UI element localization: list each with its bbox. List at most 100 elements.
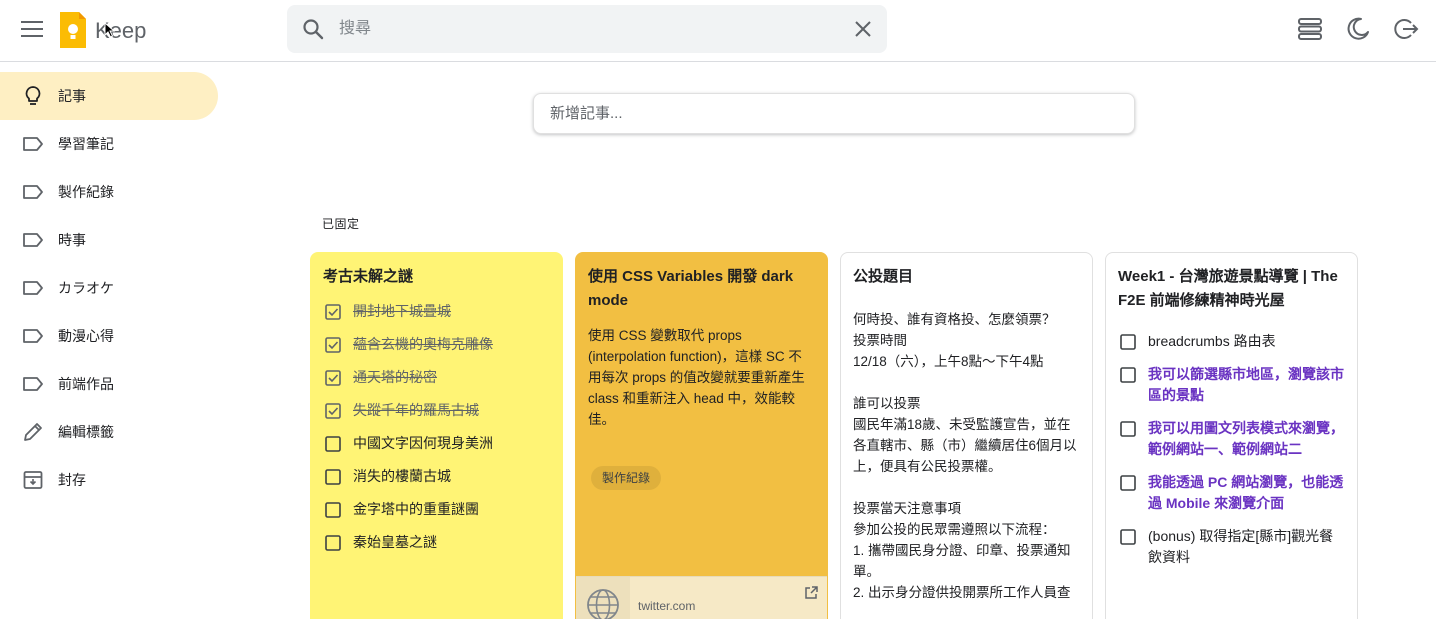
sidebar-item-study-notes[interactable]: 學習筆記 [0, 120, 218, 168]
unchecked-checkbox-icon[interactable] [325, 502, 341, 518]
lightbulb-icon [25, 86, 41, 105]
checklist-item[interactable]: 我可以篩選縣市地區，瀏覽該市區的景點 [1120, 364, 1345, 406]
checklist-item[interactable]: 消失的樓蘭古城 [325, 466, 550, 499]
note-line: 1. 攜帶國民身分證、印章、投票通知單。 [853, 543, 1071, 579]
pinned-section-label: 已固定 [322, 217, 360, 231]
note-card[interactable]: 考古未解之謎 開封地下城疊城 蘊含玄機的奧梅克雕像 通天塔的秘密 失蹤千年的羅馬… [310, 252, 563, 619]
checklist-item[interactable]: 我能透過 PC 網站瀏覽，也能透過 Mobile 來瀏覽介面 [1120, 472, 1345, 514]
sidebar-item-label: 動漫心得 [58, 328, 114, 344]
sidebar-item-label: 前端作品 [58, 376, 114, 392]
close-icon[interactable] [851, 17, 875, 41]
sidebar: 記事 學習筆記 製作紀錄 時事 カラオケ 動漫心得 前端作品 編輯標籤 封存 [0, 72, 230, 504]
sidebar-item-edit-labels[interactable]: 編輯標籤 [0, 408, 218, 456]
checked-checkbox-icon[interactable] [325, 370, 341, 386]
checklist-item-text: 蘊含玄機的奧梅克雕像 [353, 336, 493, 352]
main-menu-button[interactable] [18, 15, 46, 43]
note-label-chip[interactable]: 製作紀錄 [591, 466, 662, 490]
app-name[interactable]: Keep [95, 18, 146, 44]
checklist-item[interactable]: 我可以用圖文列表模式來瀏覽，範例網站一、範例網站二 [1120, 418, 1345, 460]
note-body: 使用 CSS 變數取代 props (interpolation functio… [588, 328, 805, 427]
unchecked-checkbox-icon[interactable] [1120, 475, 1136, 491]
checklist-item-text: 秦始皇墓之謎 [353, 534, 437, 550]
note-line: 投票時間 [853, 333, 907, 348]
checklist-item-text: 我可以篩選縣市地區，瀏覽該市區的景點 [1148, 366, 1344, 403]
open-in-new-icon[interactable] [803, 585, 819, 601]
checklist-item-text: 開封地下城疊城 [353, 303, 451, 319]
dark-mode-moon-icon[interactable] [1345, 16, 1371, 42]
checklist-item[interactable]: 金字塔中的重重謎團 [325, 499, 550, 532]
checklist-item-text: 通天塔的秘密 [353, 369, 437, 385]
label-icon [23, 329, 43, 343]
note-line: 2. 出示身分證供投開票所工作人員查 [853, 585, 1071, 600]
sidebar-item-notes[interactable]: 記事 [0, 72, 218, 120]
note-line: 何時投、誰有資格投、怎麼領票？ [853, 312, 1056, 327]
checklist: 開封地下城疊城 蘊含玄機的奧梅克雕像 通天塔的秘密 失蹤千年的羅馬古城 中國文字… [311, 289, 562, 565]
sidebar-item-label: 製作紀錄 [58, 184, 114, 200]
search-input[interactable] [339, 15, 819, 43]
archive-icon [23, 471, 43, 489]
checked-checkbox-icon[interactable] [325, 337, 341, 353]
unchecked-checkbox-icon[interactable] [325, 469, 341, 485]
note-line: 12/18（六），上午8點～下午4點 [853, 354, 1044, 369]
menu-bar-line [21, 21, 43, 23]
note-card[interactable]: 公投題目 何時投、誰有資格投、怎麼領票？ 投票時間 12/18（六），上午8點～… [840, 252, 1093, 619]
checklist-item-text: 失蹤千年的羅馬古城 [353, 402, 479, 418]
sidebar-item-label: 記事 [58, 88, 86, 104]
search-bar [287, 5, 887, 53]
checklist-item-text: 我能透過 PC 網站瀏覽，也能透過 Mobile 來瀏覽介面 [1148, 474, 1344, 511]
sidebar-item-current-events[interactable]: 時事 [0, 216, 218, 264]
label-icon [23, 281, 43, 295]
link-domain: twitter.com [638, 599, 696, 613]
unchecked-checkbox-icon[interactable] [1120, 367, 1136, 383]
note-line: 投票當天注意事項 [853, 501, 961, 516]
note-title: Week1 - 台灣旅遊景點導覽 | The F2E 前端修練精神時光屋 [1118, 268, 1338, 309]
new-note-input[interactable] [534, 94, 1134, 133]
unchecked-checkbox-icon[interactable] [325, 436, 341, 452]
sidebar-item-production-log[interactable]: 製作紀錄 [0, 168, 218, 216]
checklist-item[interactable]: 開封地下城疊城 [325, 301, 550, 334]
sidebar-item-frontend-works[interactable]: 前端作品 [0, 360, 218, 408]
checklist-item[interactable]: 秦始皇墓之謎 [325, 532, 550, 565]
checklist-item[interactable]: (bonus) 取得指定[縣市]觀光餐飲資料 [1120, 526, 1345, 568]
checked-checkbox-icon[interactable] [325, 304, 341, 320]
globe-icon [587, 589, 619, 619]
sidebar-item-anime-reviews[interactable]: 動漫心得 [0, 312, 218, 360]
sidebar-item-karaoke[interactable]: カラオケ [0, 264, 218, 312]
note-title: 公投題目 [853, 268, 914, 285]
unchecked-checkbox-icon[interactable] [1120, 334, 1136, 350]
note-blank-line [853, 477, 1080, 498]
checklist-item[interactable]: breadcrumbs 路由表 [1120, 331, 1345, 364]
checklist-item[interactable]: 中國文字因何現身美洲 [325, 433, 550, 466]
menu-bar-line [21, 28, 43, 30]
note-card[interactable]: 使用 CSS Variables 開發 dark mode 使用 CSS 變數取… [575, 252, 828, 619]
list-view-icon[interactable] [1297, 16, 1323, 42]
note-line: 參加公投的民眾需遵照以下流程： [853, 522, 1056, 537]
unchecked-checkbox-icon[interactable] [1120, 529, 1136, 545]
keep-logo-icon[interactable] [58, 10, 88, 50]
label-icon [23, 185, 43, 199]
sidebar-item-label: 編輯標籤 [58, 424, 114, 440]
link-preview[interactable]: twitter.com [576, 576, 827, 619]
note-title: 考古未解之謎 [323, 268, 414, 285]
note-blank-line [853, 372, 1080, 393]
note-line: 誰可以投票 [853, 396, 921, 411]
top-app-bar: Keep [0, 0, 1436, 62]
label-icon [23, 233, 43, 247]
sidebar-item-label: カラオケ [58, 280, 114, 296]
checklist-item-text: breadcrumbs 路由表 [1148, 333, 1276, 349]
checklist-item[interactable]: 失蹤千年的羅馬古城 [325, 400, 550, 433]
unchecked-checkbox-icon[interactable] [1120, 421, 1136, 437]
unchecked-checkbox-icon[interactable] [325, 535, 341, 551]
logout-icon[interactable] [1393, 16, 1419, 42]
search-icon[interactable] [301, 17, 325, 41]
checked-checkbox-icon[interactable] [325, 403, 341, 419]
sidebar-item-archive[interactable]: 封存 [0, 456, 218, 504]
note-body: 何時投、誰有資格投、怎麼領票？ 投票時間 12/18（六），上午8點～下午4點 … [841, 289, 1092, 603]
note-line: 國民年滿18歲、未受監護宣告，並在各直轄市、縣（市）繼續居住6個月以上，便具有公… [853, 417, 1077, 474]
note-title: 使用 CSS Variables 開發 dark mode [588, 268, 794, 309]
checklist-item-text: 金字塔中的重重謎團 [353, 501, 479, 517]
checklist-item[interactable]: 蘊含玄機的奧梅克雕像 [325, 334, 550, 367]
note-card[interactable]: Week1 - 台灣旅遊景點導覽 | The F2E 前端修練精神時光屋 bre… [1105, 252, 1358, 619]
checklist-item[interactable]: 通天塔的秘密 [325, 367, 550, 400]
sidebar-item-label: 時事 [58, 232, 86, 248]
